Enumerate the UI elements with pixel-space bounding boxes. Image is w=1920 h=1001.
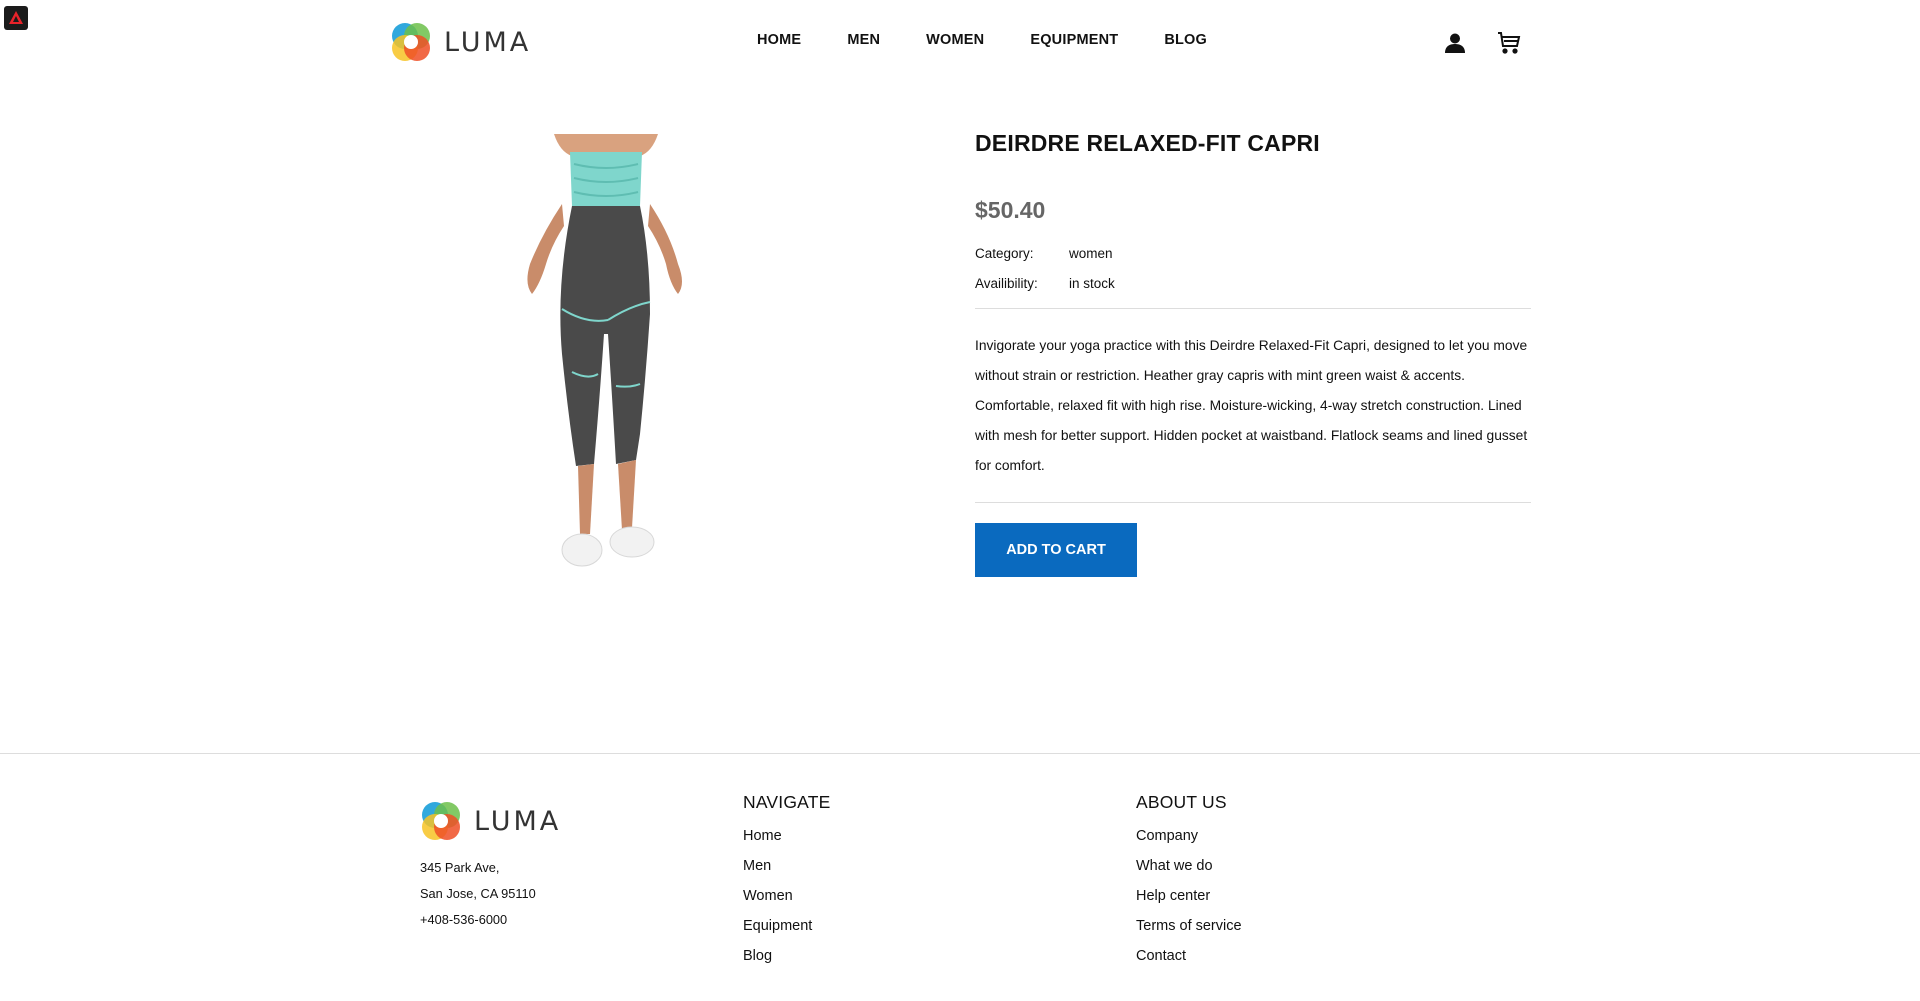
category-row: Category: women	[975, 238, 1531, 268]
footer-link-blog[interactable]: Blog	[743, 941, 831, 971]
footer-about: ABOUT US Company What we do Help center …	[1136, 792, 1242, 971]
footer-address: 345 Park Ave, San Jose, CA 95110 +408-53…	[420, 855, 536, 933]
brand-name: LUMA	[474, 805, 562, 837]
account-icon[interactable]	[1443, 31, 1467, 55]
footer-link-equipment[interactable]: Equipment	[743, 911, 831, 941]
divider	[975, 502, 1531, 503]
phone-number: +408-536-6000	[420, 912, 508, 927]
product-price: $50.40	[975, 197, 1046, 223]
luma-logo-icon	[392, 23, 430, 61]
footer-link-women[interactable]: Women	[743, 881, 831, 911]
nav-home[interactable]: HOME	[757, 32, 801, 48]
footer-navigate: NAVIGATE Home Men Women Equipment Blog	[743, 792, 831, 971]
footer-link-help-center[interactable]: Help center	[1136, 881, 1242, 911]
nav-men[interactable]: MEN	[847, 32, 880, 48]
site-footer: LUMA 345 Park Ave, San Jose, CA 95110 +4…	[0, 753, 1920, 1001]
product-info: DEIRDRE RELAXED-FIT CAPRI $50.40 Categor…	[975, 130, 1531, 577]
cart-icon[interactable]	[1497, 31, 1521, 55]
product-meta: Category: women Availibility: in stock	[975, 238, 1531, 298]
availability-value: in stock	[1069, 275, 1115, 291]
address-line: San Jose, CA 95110	[420, 886, 536, 901]
footer-link-contact[interactable]: Contact	[1136, 941, 1242, 971]
footer-link-men[interactable]: Men	[743, 851, 831, 881]
navigate-heading: NAVIGATE	[743, 792, 831, 812]
about-heading: ABOUT US	[1136, 792, 1227, 812]
add-to-cart-button[interactable]: ADD TO CART	[975, 523, 1137, 577]
footer-link-what-we-do[interactable]: What we do	[1136, 851, 1242, 881]
category-value: women	[1069, 245, 1113, 261]
product-title: DEIRDRE RELAXED-FIT CAPRI	[975, 130, 1320, 156]
luma-logo-icon	[422, 802, 460, 840]
main-nav: HOME MEN WOMEN EQUIPMENT BLOG	[757, 32, 1207, 48]
category-label: Category:	[975, 245, 1034, 261]
site-header: LUMA HOME MEN WOMEN EQUIPMENT BLOG	[0, 0, 1920, 84]
brand-name: LUMA	[444, 26, 532, 58]
nav-women[interactable]: WOMEN	[926, 32, 984, 48]
product-description: Invigorate your yoga practice with this …	[975, 338, 1528, 473]
nav-blog[interactable]: BLOG	[1164, 32, 1207, 48]
footer-link-home[interactable]: Home	[743, 821, 831, 851]
header-logo[interactable]: LUMA	[390, 21, 531, 63]
availability-row: Availibility: in stock	[975, 268, 1531, 298]
footer-link-company[interactable]: Company	[1136, 821, 1242, 851]
address-line: 345 Park Ave,	[420, 860, 500, 875]
product-image	[490, 134, 722, 580]
availability-label: Availibility:	[975, 275, 1038, 291]
footer-link-terms[interactable]: Terms of service	[1136, 911, 1242, 941]
footer-logo[interactable]: LUMA	[420, 800, 561, 842]
nav-equipment[interactable]: EQUIPMENT	[1030, 32, 1118, 48]
